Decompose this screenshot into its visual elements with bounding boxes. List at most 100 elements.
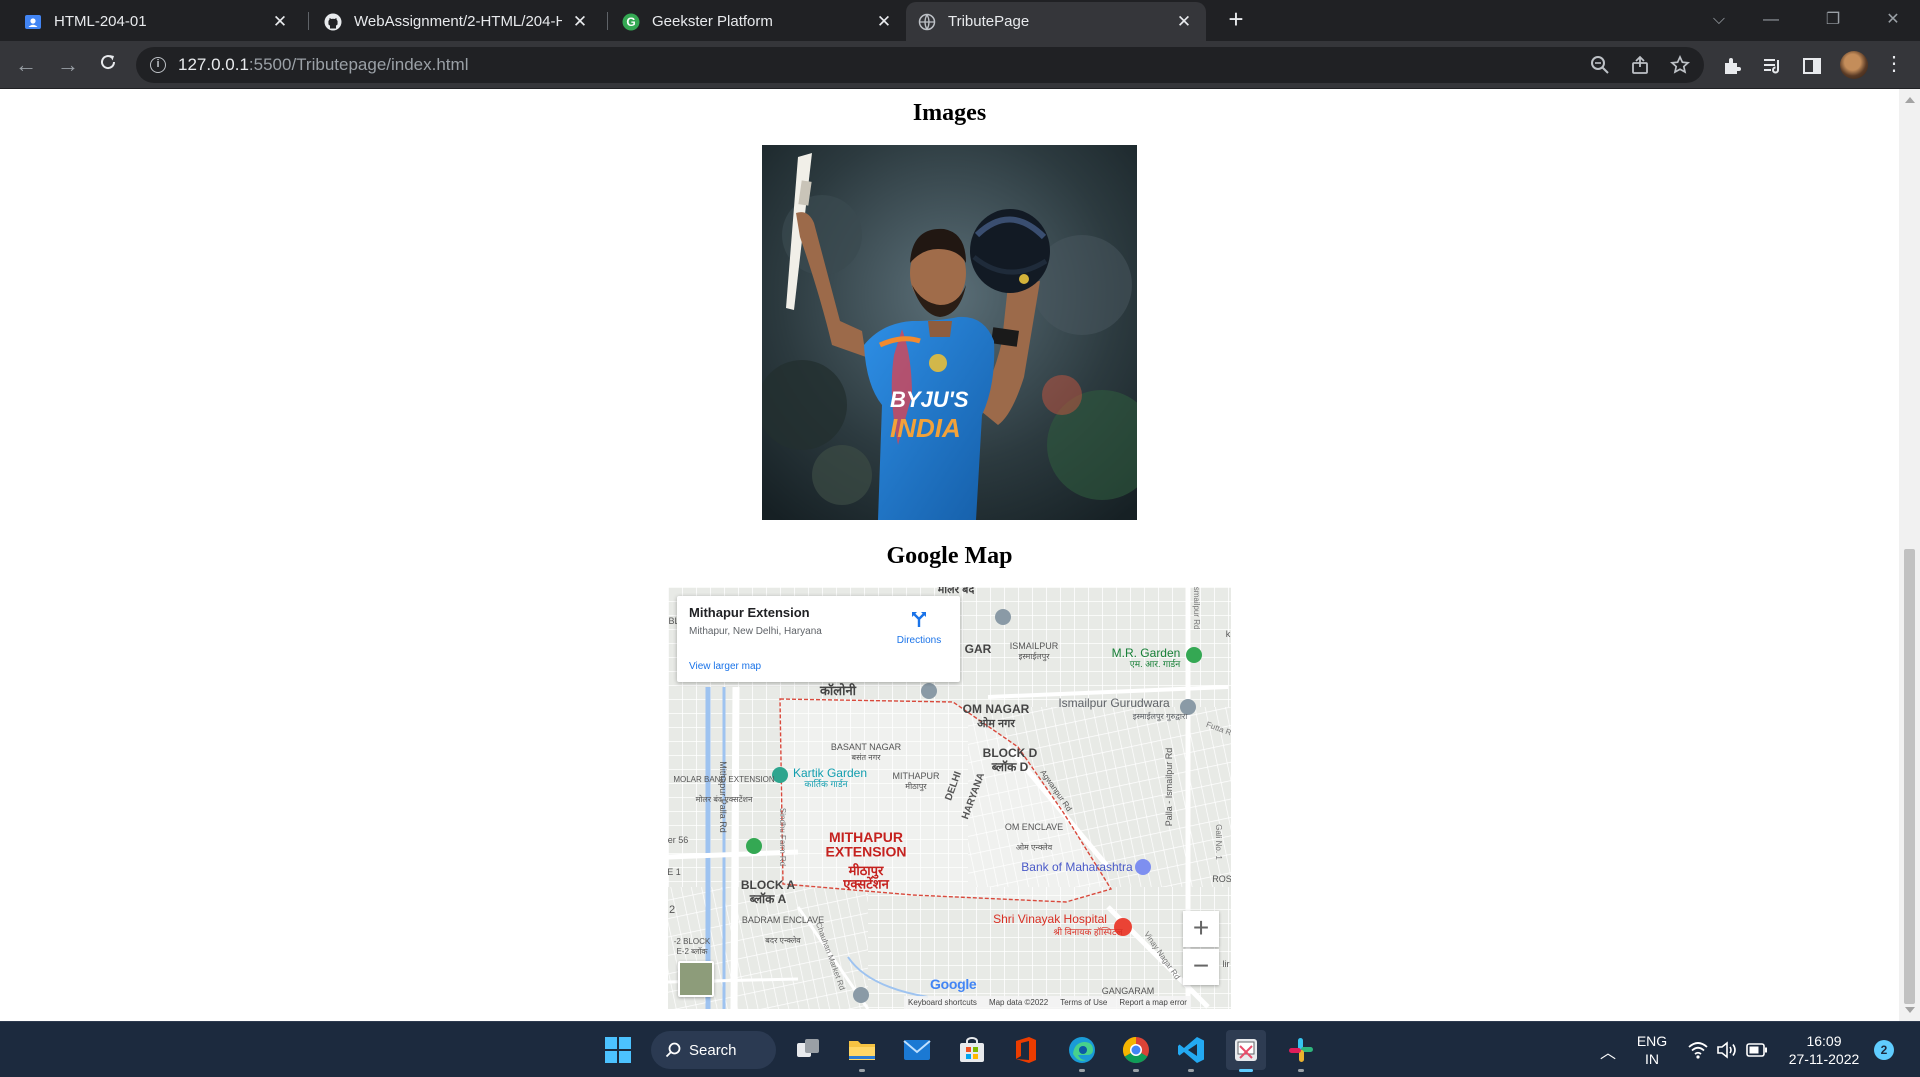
file-explorer-button[interactable]: [842, 1030, 882, 1072]
map-label-badram-enclave: BADRAM ENCLAVE: [742, 915, 824, 925]
restore-button[interactable]: ❐: [1818, 6, 1848, 34]
close-icon[interactable]: ✕: [874, 12, 894, 32]
map-satellite-toggle[interactable]: [678, 961, 714, 997]
tab-webassignment[interactable]: WebAssignment/2-HTML/204-HTML ✕: [312, 2, 602, 41]
tab-tributepage[interactable]: TributePage ✕: [906, 2, 1206, 41]
folder-icon: [849, 1041, 875, 1060]
map-label-om-nagar-hi: ओम नगर: [977, 716, 1015, 730]
map-label-mr-garden-hi: एम. आर. गार्डन: [1130, 658, 1181, 669]
report-map-error-link[interactable]: Report a map error: [1119, 998, 1187, 1007]
vscode-button[interactable]: [1171, 1030, 1211, 1072]
map-directions-button[interactable]: Directions: [889, 610, 949, 646]
windows-start-button[interactable]: [598, 1030, 638, 1070]
map-label-block-a: BLOCK A: [741, 878, 796, 892]
close-icon[interactable]: ✕: [1174, 12, 1194, 32]
github-icon: [324, 13, 342, 31]
map-label-hospital: Shri Vinayak Hospital: [993, 912, 1107, 926]
google-map-heading: Google Map: [886, 543, 1013, 569]
google-logo: Google: [930, 976, 977, 992]
vscode-icon: [1178, 1037, 1204, 1063]
bookmark-star-icon[interactable]: [1670, 55, 1690, 75]
forward-button[interactable]: →: [54, 51, 82, 79]
zoom-icon[interactable]: [1590, 55, 1610, 75]
browser-tab-strip: HTML-204-01 ✕ WebAssignment/2-HTML/204-H…: [0, 0, 1920, 41]
side-panel-icon[interactable]: [1802, 56, 1822, 76]
map-label-mr-garden: M.R. Garden: [1112, 646, 1181, 660]
notification-badge[interactable]: 2: [1874, 1040, 1894, 1060]
map-zoom-out-button[interactable]: −: [1183, 949, 1219, 985]
images-heading: Images: [912, 100, 987, 126]
map-label-2: 2: [669, 904, 675, 916]
close-icon[interactable]: ✕: [570, 12, 590, 32]
map-label-k: k: [1226, 629, 1231, 639]
scroll-down-arrow-icon[interactable]: [1905, 1007, 1915, 1013]
edge-button[interactable]: [1062, 1030, 1102, 1072]
close-icon[interactable]: ✕: [270, 12, 290, 32]
map-label-gurudwara-hi: इस्माईलपुर गुरुद्वारा: [1133, 711, 1189, 722]
battery-icon[interactable]: [1746, 1043, 1768, 1057]
store-icon: [960, 1037, 984, 1062]
chrome-button[interactable]: [1116, 1030, 1156, 1072]
page-scrollbar[interactable]: [1899, 89, 1920, 1021]
task-view-button[interactable]: [788, 1030, 828, 1070]
scrollbar-thumb[interactable]: [1904, 549, 1915, 1004]
url-text[interactable]: 127.0.0.1:5500/Tributepage/index.html: [178, 55, 468, 75]
mail-button[interactable]: [897, 1030, 937, 1070]
minimize-button[interactable]: —: [1756, 6, 1786, 34]
page-content: Images BYJU'S INDIA Google Map MITHAPUR …: [0, 89, 1899, 1021]
address-bar[interactable]: i 127.0.0.1:5500/Tributepage/index.html: [136, 47, 1704, 83]
mail-icon: [903, 1040, 931, 1060]
microsoft-store-button[interactable]: [952, 1030, 992, 1070]
extensions-icon[interactable]: [1722, 56, 1742, 76]
clock[interactable]: 16:09 27-11-2022: [1784, 1032, 1864, 1068]
view-larger-map-link[interactable]: View larger map: [689, 661, 761, 672]
map-label-molar-band-top: मोलर बंद: [937, 587, 976, 596]
keyboard-shortcuts-link[interactable]: Keyboard shortcuts: [908, 998, 977, 1007]
language-indicator[interactable]: ENG IN: [1636, 1032, 1668, 1068]
share-icon[interactable]: [1630, 55, 1650, 75]
terms-of-use-link[interactable]: Terms of Use: [1060, 998, 1107, 1007]
geekster-icon: G: [622, 13, 640, 31]
site-info-icon[interactable]: i: [150, 57, 166, 73]
taskbar-search-button[interactable]: Search: [651, 1031, 776, 1069]
tab-separator: [607, 12, 608, 30]
new-tab-button[interactable]: +: [1222, 6, 1250, 34]
map-label-basant-nagar: BASANT NAGAR: [831, 742, 902, 752]
windows-taskbar: Search ︿ ENG IN 16:09 27-11-2022 2: [0, 1021, 1920, 1077]
map-label-mithapur-hi: मीठापुर: [905, 781, 927, 792]
map-zoom-in-button[interactable]: +: [1183, 911, 1219, 947]
wifi-icon[interactable]: [1688, 1041, 1708, 1059]
map-label-basant-nagar-hi: बसंत नगर: [852, 753, 882, 762]
tab-html-204-01[interactable]: HTML-204-01 ✕: [12, 2, 302, 41]
hero-photo: BYJU'S INDIA: [762, 145, 1137, 520]
map-label-ismailpur: ISMAILPUR: [1010, 641, 1059, 651]
map-label-road-mithapur: Mithapur Palla Rd: [718, 761, 728, 833]
map-label-road-sindhu: Sindhu Farm Rd: [778, 808, 787, 866]
map-label-e1: E 1: [668, 867, 681, 877]
map-label-sector56: er 56: [668, 835, 688, 845]
media-control-icon[interactable]: [1762, 56, 1782, 76]
reload-button[interactable]: [94, 51, 122, 79]
windows-logo-icon: [605, 1037, 631, 1063]
browser-menu-icon[interactable]: ⋮: [1884, 53, 1904, 75]
map-label-block-d-hi: ब्लॉक D: [991, 760, 1029, 774]
back-button[interactable]: ←: [12, 51, 40, 79]
slack-icon: [1289, 1038, 1313, 1062]
snipping-tool-button[interactable]: [1226, 1030, 1266, 1072]
close-window-button[interactable]: ✕: [1878, 6, 1908, 34]
map-label-lir: lir: [1223, 959, 1230, 969]
google-map-embed[interactable]: MITHAPUR EXTENSION मीठापुर एक्सटेंशन BASAN…: [668, 587, 1231, 1009]
slack-button[interactable]: [1281, 1030, 1321, 1072]
map-label-hospital-hi: श्री विनायक हॉस्पिटल: [1053, 926, 1123, 937]
scroll-up-arrow-icon[interactable]: [1905, 97, 1915, 103]
show-hidden-icons-chevron-icon[interactable]: ︿: [1600, 1039, 1616, 1063]
volume-icon[interactable]: [1716, 1041, 1738, 1059]
office-button[interactable]: [1006, 1030, 1046, 1070]
tab-geekster-platform[interactable]: G Geekster Platform ✕: [610, 2, 906, 41]
map-label-block-d: BLOCK D: [983, 746, 1038, 760]
map-place-address: Mithapur, New Delhi, Haryana: [689, 626, 822, 637]
map-place-name: Mithapur Extension: [689, 605, 810, 620]
profile-avatar[interactable]: [1840, 51, 1868, 79]
tab-search-chevron-icon[interactable]: ⌵: [1704, 6, 1734, 34]
map-label-block-e2-hi: E-2 ब्लॉक: [676, 947, 708, 956]
